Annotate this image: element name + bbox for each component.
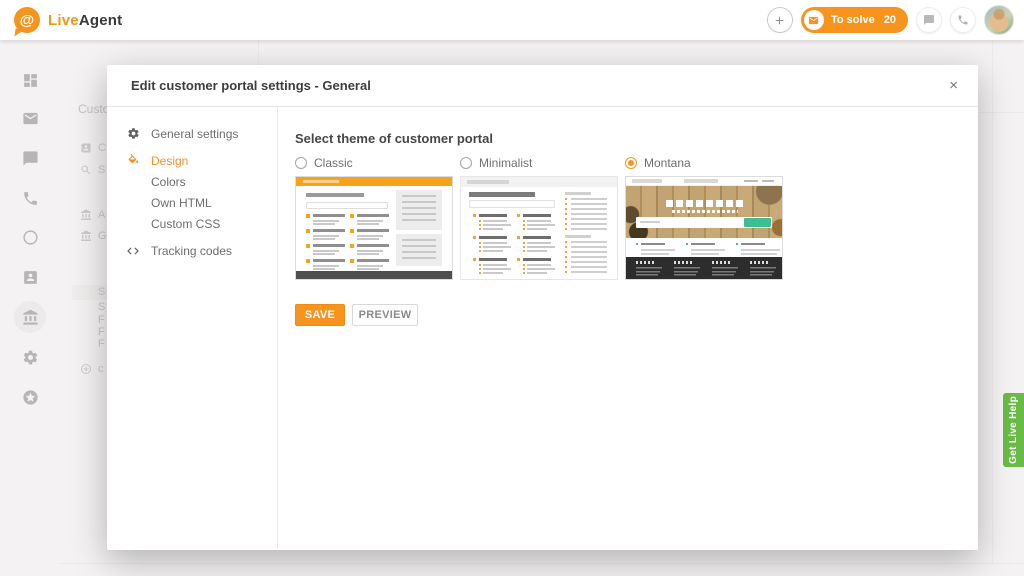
nav-label: Own HTML	[151, 196, 212, 210]
phone-icon	[957, 14, 969, 26]
theme-section-heading: Select theme of customer portal	[295, 131, 978, 146]
plus-icon	[773, 14, 786, 27]
radio-minimalist[interactable]	[460, 157, 472, 169]
radio-montana[interactable]	[625, 157, 637, 169]
to-solve-button[interactable]: To solve 20	[801, 7, 908, 33]
nav-label: Design	[151, 154, 188, 168]
modal-content: Select theme of customer portal Classic	[278, 107, 978, 549]
modal-header: Edit customer portal settings - General …	[107, 65, 978, 107]
user-avatar[interactable]	[984, 5, 1014, 35]
edit-portal-settings-modal: Edit customer portal settings - General …	[107, 65, 978, 550]
theme-preview-montana[interactable]	[625, 176, 783, 280]
theme-montana: Montana	[625, 155, 783, 280]
modal-nav: General settings Design Colors Own HTML …	[107, 107, 278, 549]
nav-label: Colors	[151, 175, 186, 189]
theme-options: Classic	[295, 155, 978, 280]
get-live-help-label: Get Live Help	[1008, 396, 1019, 464]
nav-item-design[interactable]: Design	[107, 150, 277, 171]
code-icon	[126, 244, 140, 258]
add-button[interactable]	[767, 7, 793, 33]
preview-button[interactable]: PREVIEW	[352, 304, 418, 326]
logo-at-icon: @	[14, 7, 40, 33]
get-live-help-tab[interactable]: Get Live Help	[1003, 393, 1024, 467]
brand-name: LiveAgent	[48, 12, 122, 29]
chat-status-button[interactable]	[916, 7, 942, 33]
theme-minimalist-radio-row[interactable]: Minimalist	[460, 155, 618, 171]
theme-montana-radio-row[interactable]: Montana	[625, 155, 783, 171]
nav-label: Tracking codes	[151, 244, 232, 258]
brand-live: Live	[48, 12, 79, 29]
call-status-button[interactable]	[950, 7, 976, 33]
to-solve-label: To solve	[831, 14, 875, 26]
nav-label: Custom CSS	[151, 217, 220, 231]
radio-classic-label: Classic	[314, 156, 353, 170]
gear-icon	[127, 127, 140, 140]
modal-title: Edit customer portal settings - General	[131, 78, 371, 93]
header-actions: To solve 20	[767, 5, 1014, 35]
brand-agent: Agent	[79, 12, 123, 29]
radio-classic[interactable]	[295, 157, 307, 169]
envelope-badge	[804, 10, 824, 30]
chat-icon	[923, 14, 935, 26]
radio-montana-label: Montana	[644, 156, 691, 170]
theme-minimalist: Minimalist	[460, 155, 618, 280]
nav-label: General settings	[151, 127, 238, 141]
nav-item-tracking-codes[interactable]: Tracking codes	[107, 240, 277, 261]
nav-item-own-html[interactable]: Own HTML	[107, 192, 277, 213]
nav-item-general-settings[interactable]: General settings	[107, 123, 277, 144]
theme-classic-radio-row[interactable]: Classic	[295, 155, 453, 171]
radio-minimalist-label: Minimalist	[479, 156, 532, 170]
nav-item-colors[interactable]: Colors	[107, 171, 277, 192]
save-button[interactable]: SAVE	[295, 304, 345, 326]
theme-classic: Classic	[295, 155, 453, 280]
modal-body: General settings Design Colors Own HTML …	[107, 107, 978, 549]
close-icon[interactable]: ×	[949, 78, 958, 93]
paint-icon	[127, 154, 140, 167]
app-header: @ LiveAgent To solve 20	[0, 0, 1024, 40]
nav-item-custom-css[interactable]: Custom CSS	[107, 213, 277, 234]
envelope-icon	[808, 15, 819, 26]
brand-logo[interactable]: @ LiveAgent	[14, 7, 122, 33]
theme-preview-classic[interactable]	[295, 176, 453, 280]
action-buttons: SAVE PREVIEW	[295, 304, 978, 326]
theme-preview-minimalist[interactable]	[460, 176, 618, 280]
to-solve-count: 20	[884, 14, 896, 26]
